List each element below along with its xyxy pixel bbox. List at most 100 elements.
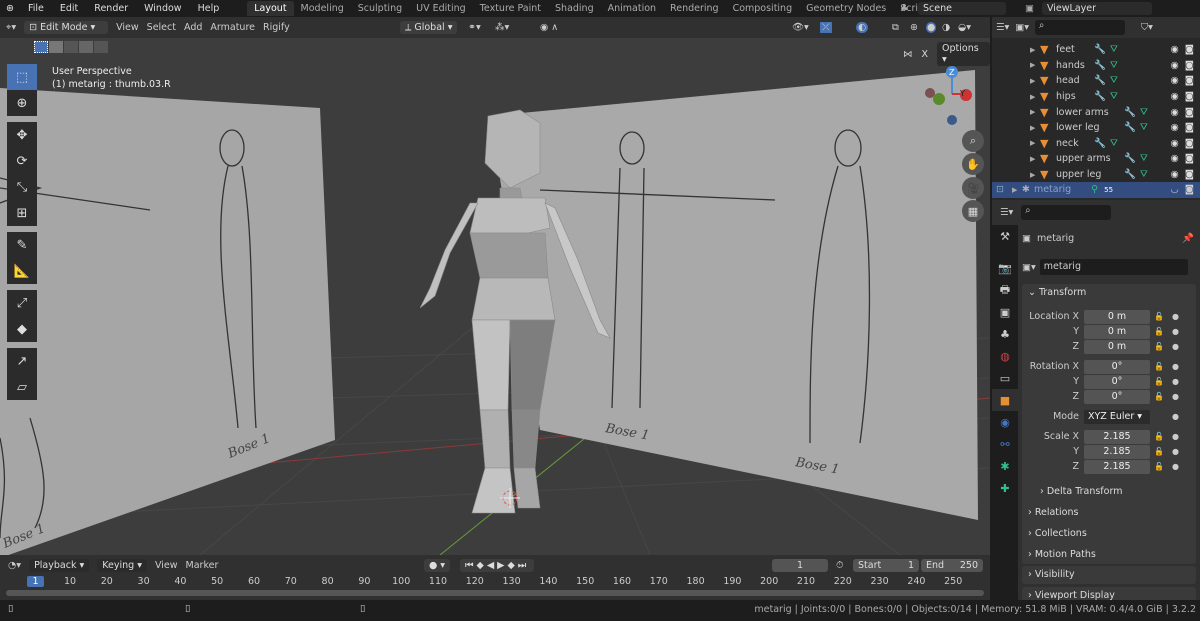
menu-file[interactable]: File	[28, 3, 44, 14]
orientation-dropdown[interactable]: ⟂ Global ▾	[400, 21, 458, 34]
outliner-item[interactable]: ▶ ▼ upper arms 🔧 ⛛ ◉ ◙	[992, 151, 1200, 167]
shading-wireframe-icon[interactable]: ⊕	[910, 22, 918, 33]
visibility-eye-icon[interactable]: ◉	[1170, 122, 1178, 133]
lock-icon[interactable]: 🔓	[1150, 447, 1168, 456]
outliner-item[interactable]: ▶ ▼ neck 🔧 ⛛ ◉ ◙	[992, 136, 1200, 152]
shading-material-icon[interactable]: ◑	[942, 22, 950, 33]
keyframe-dot-icon[interactable]: ●	[1172, 412, 1179, 421]
perspective-grid-icon[interactable]: ▦	[962, 200, 984, 222]
lock-icon[interactable]: 🔓	[1150, 392, 1168, 401]
collection-tab-icon[interactable]: ▭	[992, 367, 1018, 389]
stopwatch-icon[interactable]: ⏱	[836, 560, 843, 571]
panel-visibility[interactable]: › Visibility	[1022, 566, 1196, 585]
visibility-icon[interactable]: 👁▾	[792, 22, 809, 33]
menu-rigify[interactable]: Rigify	[263, 22, 290, 33]
outliner-item[interactable]: ▶ ▼ hands 🔧 ⛛ ◉ ◙	[992, 58, 1200, 74]
lock-icon[interactable]: 🔓	[1150, 342, 1168, 351]
properties-editor-icon[interactable]: ☰▾	[1000, 207, 1013, 218]
expand-arrow-icon[interactable]: ▶	[1030, 61, 1040, 69]
panel-relations[interactable]: › Relations	[1022, 504, 1196, 522]
object-name-field[interactable]: metarig	[1039, 259, 1188, 275]
pan-hand-icon[interactable]: ✋	[962, 153, 984, 175]
tool-annotate[interactable]: ✎	[7, 232, 37, 258]
proportional-edit-icon[interactable]: ◉ ∧	[540, 22, 558, 33]
rotation-field[interactable]: 0°	[1084, 359, 1150, 374]
bone-tab-icon[interactable]: ✚	[992, 477, 1018, 499]
display-mode-icon[interactable]: ▣▾	[1015, 22, 1029, 33]
outliner-item[interactable]: ▶ ▼ hips 🔧 ⛛ ◉ ◙	[992, 89, 1200, 105]
tab-texture-paint[interactable]: Texture Paint	[473, 1, 548, 16]
menu-help[interactable]: Help	[198, 3, 220, 14]
outliner-item[interactable]: ▶ ▼ lower arms 🔧 ⛛ ◉ ◙	[992, 104, 1200, 120]
tool-extrude[interactable]: ▱	[7, 374, 37, 400]
keyframe-dot-icon[interactable]: ●	[1172, 392, 1179, 401]
timeline-scrollbar[interactable]	[6, 590, 984, 596]
outliner-item[interactable]: ▶ ▼ lower leg 🔧 ⛛ ◉ ◙	[992, 120, 1200, 136]
tool-roll[interactable]: ↗	[7, 348, 37, 374]
visibility-eye-icon[interactable]: ◉	[1170, 138, 1178, 149]
scene-field[interactable]: Scene	[918, 2, 1006, 15]
physics-tab-icon[interactable]: ◉	[992, 411, 1018, 433]
frame-ruler[interactable]: 1 10 20 30 40 50 60 70 80 90 100 110 120 130 140 150 16…	[0, 576, 990, 590]
tab-shading[interactable]: Shading	[548, 1, 601, 16]
tool-transform[interactable]: ⊞	[7, 200, 37, 226]
outliner-item[interactable]: ▶ ▼ head 🔧 ⛛ ◉ ◙	[992, 73, 1200, 89]
transform-header[interactable]: ⌄ Transform	[1028, 287, 1086, 298]
visibility-eye-icon[interactable]: ◉	[1170, 169, 1178, 180]
current-frame-field[interactable]: 1	[772, 559, 828, 572]
lock-icon[interactable]: 🔓	[1150, 312, 1168, 321]
tab-modeling[interactable]: Modeling	[294, 1, 351, 16]
render-camera-icon[interactable]: ◙	[1185, 184, 1194, 195]
panel-motion-paths[interactable]: › Motion Paths	[1022, 545, 1196, 564]
render-camera-icon[interactable]: ◙	[1185, 75, 1194, 86]
menu-window[interactable]: Window	[144, 3, 181, 14]
hide-viewport-icon[interactable]: ◡	[1170, 184, 1178, 195]
lock-icon[interactable]: 🔓	[1150, 462, 1168, 471]
editor-type-icon[interactable]: ⌖▾	[6, 22, 16, 33]
keyframe-dot-icon[interactable]: ●	[1172, 447, 1179, 456]
options-dropdown[interactable]: Options ▾	[937, 42, 990, 66]
tool-rotate[interactable]: ⟳	[7, 148, 37, 174]
tool-bone-envelope[interactable]: ◆	[7, 316, 37, 342]
render-tab-icon[interactable]: 📷	[992, 257, 1018, 279]
keyframe-dot-icon[interactable]: ●	[1172, 362, 1179, 371]
menu-edit[interactable]: Edit	[60, 3, 78, 14]
blender-logo-icon[interactable]: ⊛	[6, 3, 14, 14]
render-camera-icon[interactable]: ◙	[1185, 60, 1194, 71]
panel-collections[interactable]: › Collections	[1022, 524, 1196, 543]
overlay-toggle-icon[interactable]: ◐	[856, 22, 869, 33]
keyframe-dot-icon[interactable]: ●	[1172, 342, 1179, 351]
object-tab-icon[interactable]: ■	[992, 389, 1018, 411]
snap-icon[interactable]: ⁂▾	[495, 22, 509, 33]
lock-icon[interactable]: 🔓	[1150, 377, 1168, 386]
tool-move[interactable]: ✥	[7, 122, 37, 148]
view-layer-field[interactable]: ViewLayer	[1042, 2, 1152, 15]
keyframe-dot-icon[interactable]: ●	[1172, 312, 1179, 321]
keying-menu[interactable]: Keying ▾	[97, 559, 147, 572]
tab-geometry-nodes[interactable]: Geometry Nodes	[799, 1, 893, 16]
rotation-field[interactable]: 0°	[1084, 389, 1150, 404]
output-tab-icon[interactable]: 🖶	[992, 279, 1018, 301]
pin-icon[interactable]: 📌	[1182, 233, 1194, 244]
tool-bone-size[interactable]: ⤢	[7, 290, 37, 316]
lock-icon[interactable]: 🔓	[1150, 432, 1168, 441]
object-type-dropdown[interactable]: ▣▾	[1022, 262, 1036, 273]
visibility-eye-icon[interactable]: ◉	[1170, 107, 1178, 118]
tool-select-box[interactable]: ⬚	[7, 64, 37, 90]
tool-measure[interactable]: 📐	[7, 258, 37, 284]
world-tab-icon[interactable]: ◍	[992, 345, 1018, 367]
outliner-search[interactable]: ⌕	[1035, 20, 1126, 35]
menu-marker[interactable]: Marker	[186, 560, 219, 571]
expand-arrow-icon[interactable]: ▶	[1030, 124, 1040, 132]
select-subtract-icon[interactable]	[64, 41, 78, 53]
render-camera-icon[interactable]: ◙	[1185, 44, 1194, 55]
rotation-field[interactable]: 0°	[1084, 374, 1150, 389]
tab-compositing[interactable]: Compositing	[726, 1, 800, 16]
shading-solid-icon[interactable]: ●	[926, 22, 937, 33]
visibility-eye-icon[interactable]: ◉	[1170, 91, 1178, 102]
tab-rendering[interactable]: Rendering	[663, 1, 726, 16]
keyframe-dot-icon[interactable]: ●	[1172, 462, 1179, 471]
shading-rendered-icon[interactable]: ◒▾	[958, 22, 971, 33]
scene-tab-icon[interactable]: ♣	[992, 323, 1018, 345]
tab-animation[interactable]: Animation	[601, 1, 663, 16]
